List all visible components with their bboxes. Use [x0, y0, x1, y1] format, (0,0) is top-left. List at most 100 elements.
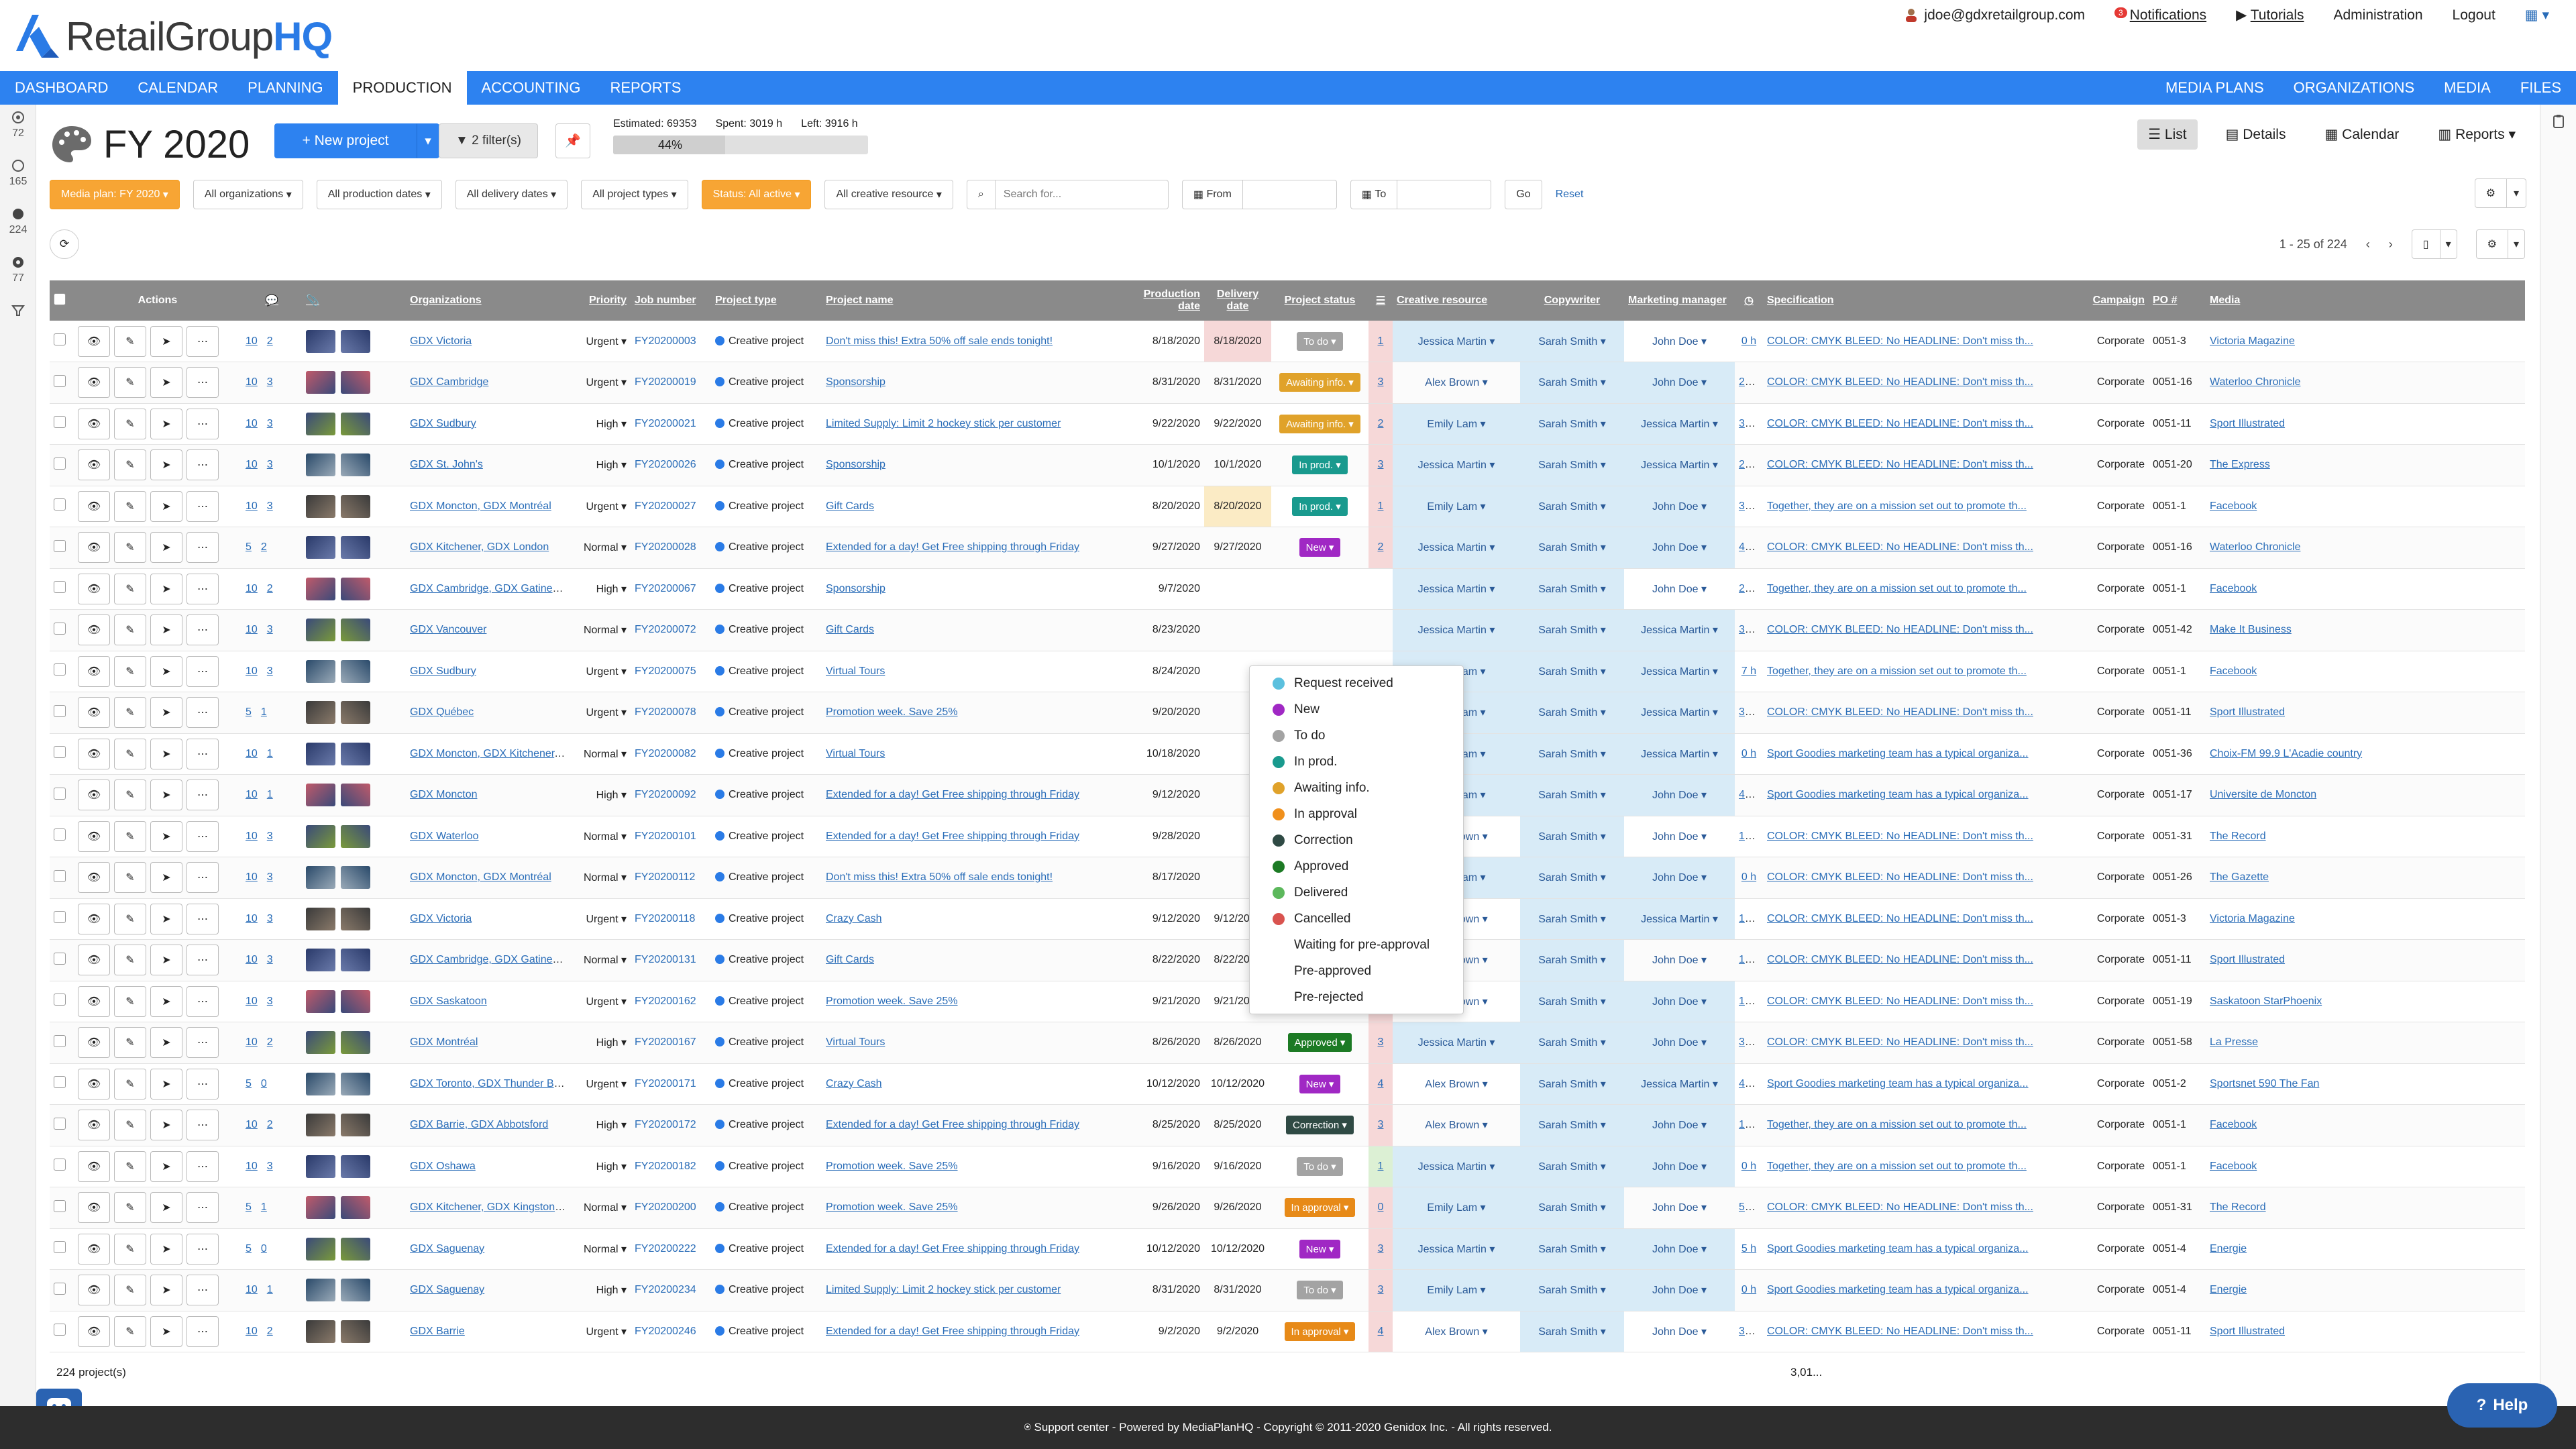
row-media[interactable]: Make It Business: [2206, 609, 2525, 651]
thumbnail-image[interactable]: [341, 329, 370, 353]
send-icon[interactable]: ➤: [150, 1233, 182, 1265]
col-copywriter[interactable]: Copywriter: [1520, 280, 1624, 321]
table-row[interactable]: 👁 ✎ ➤ ⋯ 10 2 GDX Cambridge, GDX Gatineau, ..…: [50, 568, 2525, 610]
thumbnail-image[interactable]: [341, 371, 370, 394]
attachment-count-link[interactable]: 1: [267, 1284, 273, 1295]
pin-button[interactable]: 📌: [555, 123, 590, 158]
brand-logo[interactable]: RetailGroupHQ: [12, 7, 333, 66]
row-status[interactable]: Approved ▾: [1271, 1022, 1368, 1064]
col-marketing-manager[interactable]: Marketing manager: [1624, 280, 1735, 321]
status-option[interactable]: Waiting for pre-approval: [1250, 932, 1463, 958]
reset-link[interactable]: Reset: [1556, 189, 1584, 201]
row-job-number[interactable]: FY20200118: [631, 898, 711, 940]
attachment-count-link[interactable]: 3: [267, 996, 273, 1007]
row-specification[interactable]: COLOR: CMYK BLEED: No HEADLINE: Don't mi…: [1763, 939, 2078, 981]
edit-pencil-icon[interactable]: ✎: [114, 697, 146, 729]
thumbnail-image[interactable]: [306, 866, 335, 890]
creative-resource-filter[interactable]: All creative resource ▾: [824, 180, 953, 209]
row-priority[interactable]: Urgent ▾: [570, 362, 631, 404]
row-project-name[interactable]: Extended for a day! Get Free shipping th…: [822, 774, 1130, 816]
nav-planning[interactable]: PLANNING: [233, 71, 337, 105]
row-specification[interactable]: Sport Goodies marketing team has a typic…: [1763, 1228, 2078, 1270]
row-checkbox[interactable]: [50, 609, 74, 651]
table-row[interactable]: 👁 ✎ ➤ ⋯ 50 GDX Toronto, GDX Thunder Bay, ..…: [50, 1063, 2525, 1105]
row-specification[interactable]: Sport Goodies marketing team has a typic…: [1763, 733, 2078, 775]
view-eye-icon[interactable]: 👁: [78, 1027, 110, 1059]
row-project-name[interactable]: Don't miss this! Extra 50% off sale ends…: [822, 857, 1130, 899]
row-specification[interactable]: Together, they are on a mission set out …: [1763, 568, 2078, 610]
attachment-count-link[interactable]: 1: [267, 789, 273, 800]
row-specification[interactable]: COLOR: CMYK BLEED: No HEADLINE: Don't mi…: [1763, 1187, 2078, 1229]
row-status[interactable]: In prod. ▾: [1271, 444, 1368, 486]
view-eye-icon[interactable]: 👁: [78, 614, 110, 646]
row-hours[interactable]: 21 h: [1735, 362, 1763, 404]
row-organizations[interactable]: GDX St. John's: [406, 444, 570, 486]
row-marketing-manager[interactable]: John Doe ▾: [1624, 1228, 1735, 1270]
col-project-name[interactable]: Project name: [822, 280, 1130, 321]
thumbnail-image[interactable]: [341, 907, 370, 930]
row-media[interactable]: Sport Illustrated: [2206, 692, 2525, 734]
row-project-name[interactable]: Crazy Cash: [822, 1063, 1130, 1105]
comment-count-link[interactable]: 10: [246, 665, 258, 677]
thumbnail-image[interactable]: [341, 1237, 370, 1260]
row-checklist-count[interactable]: 0: [1368, 1187, 1393, 1229]
row-organizations[interactable]: GDX Moncton, GDX Montréal: [406, 486, 570, 527]
row-copywriter[interactable]: Sarah Smith ▾: [1520, 568, 1624, 610]
apps-menu-icon[interactable]: ▦ ▾: [2525, 7, 2549, 23]
view-eye-icon[interactable]: 👁: [78, 1275, 110, 1306]
row-creative-resource[interactable]: Jessica Martin ▾: [1393, 1146, 1520, 1187]
row-status[interactable]: Awaiting info. ▾: [1271, 362, 1368, 404]
thumbnail-image[interactable]: [341, 701, 370, 724]
view-eye-icon[interactable]: 👁: [78, 820, 110, 852]
attachment-count-link[interactable]: 2: [261, 541, 267, 553]
row-creative-resource[interactable]: Alex Brown ▾: [1393, 362, 1520, 404]
next-page-icon[interactable]: ›: [2389, 237, 2393, 252]
table-row[interactable]: 👁 ✎ ➤ ⋯ 10 3 GDX Moncton, GDX Montréal Urgen…: [50, 486, 2525, 527]
row-media[interactable]: Choix-FM 99.9 L'Acadie country: [2206, 733, 2525, 775]
row-status[interactable]: In approval ▾: [1271, 1187, 1368, 1229]
more-icon[interactable]: ⋯: [186, 780, 219, 811]
comment-count-link[interactable]: 5: [246, 706, 252, 718]
more-icon[interactable]: ⋯: [186, 532, 219, 564]
row-organizations[interactable]: GDX Moncton, GDX Kitchener, G...: [406, 733, 570, 775]
row-copywriter[interactable]: Sarah Smith ▾: [1520, 1063, 1624, 1105]
send-icon[interactable]: ➤: [150, 1316, 182, 1347]
row-checkbox[interactable]: [50, 857, 74, 899]
row-hours[interactable]: 0 h: [1735, 1269, 1763, 1311]
row-copywriter[interactable]: Sarah Smith ▾: [1520, 1022, 1624, 1064]
attachment-count-link[interactable]: 3: [267, 665, 273, 677]
thumbnail-image[interactable]: [306, 989, 335, 1013]
edit-pencil-icon[interactable]: ✎: [114, 780, 146, 811]
row-copywriter[interactable]: Sarah Smith ▾: [1520, 981, 1624, 1022]
thumbnail-image[interactable]: [341, 1155, 370, 1178]
settings-dropdown-button[interactable]: ▾: [2506, 178, 2526, 208]
row-organizations[interactable]: GDX Québec: [406, 692, 570, 734]
row-specification[interactable]: COLOR: CMYK BLEED: No HEADLINE: Don't mi…: [1763, 362, 2078, 404]
row-copywriter[interactable]: Sarah Smith ▾: [1520, 1269, 1624, 1311]
row-hours[interactable]: 43 h: [1735, 774, 1763, 816]
row-marketing-manager[interactable]: Jessica Martin ▾: [1624, 692, 1735, 734]
row-priority[interactable]: Urgent ▾: [570, 1311, 631, 1352]
send-icon[interactable]: ➤: [150, 780, 182, 811]
row-project-name[interactable]: Virtual Tours: [822, 1022, 1130, 1064]
status-option[interactable]: To do: [1250, 722, 1463, 749]
row-organizations[interactable]: GDX Moncton, GDX Montréal: [406, 857, 570, 899]
row-project-name[interactable]: Limited Supply: Limit 2 hockey stick per…: [822, 403, 1130, 445]
col-comments[interactable]: 💬: [241, 280, 302, 321]
row-creative-resource[interactable]: Alex Brown ▾: [1393, 1104, 1520, 1146]
row-checkbox[interactable]: [50, 403, 74, 445]
col-priority[interactable]: Priority: [570, 280, 631, 321]
comment-count-link[interactable]: 10: [246, 748, 258, 759]
row-checklist-count[interactable]: 3: [1368, 362, 1393, 404]
status-option[interactable]: Approved: [1250, 853, 1463, 879]
col-delivery-date[interactable]: Delivery date: [1204, 280, 1271, 321]
row-job-number[interactable]: FY20200072: [631, 609, 711, 651]
edit-pencil-icon[interactable]: ✎: [114, 408, 146, 439]
thumbnail-image[interactable]: [306, 1237, 335, 1260]
more-icon[interactable]: ⋯: [186, 1275, 219, 1306]
row-job-number[interactable]: FY20200092: [631, 774, 711, 816]
new-project-button[interactable]: + New project: [274, 123, 417, 158]
row-creative-resource[interactable]: Emily Lam ▾: [1393, 486, 1520, 527]
view-eye-icon[interactable]: 👁: [78, 780, 110, 811]
row-organizations[interactable]: GDX Saguenay: [406, 1228, 570, 1270]
